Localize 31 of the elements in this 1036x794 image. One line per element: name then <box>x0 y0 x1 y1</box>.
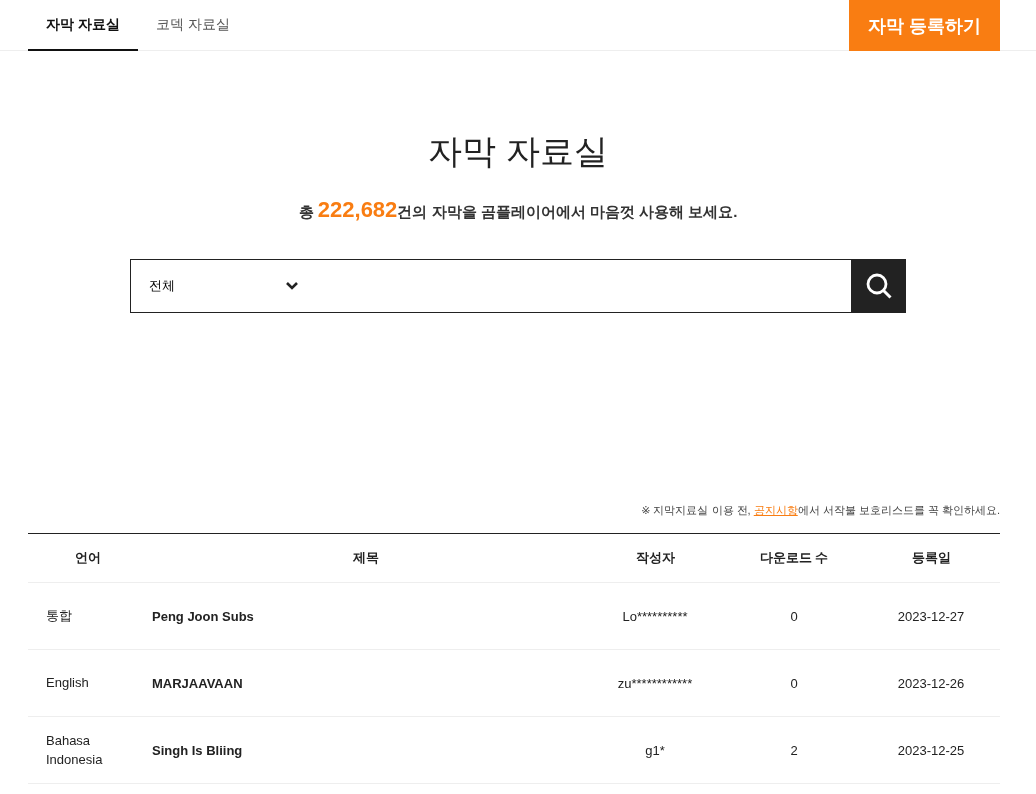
subtitle-count-text: 총 222,682건의 자막을 곰플레이어에서 마음껏 사용해 보세요. <box>297 197 739 223</box>
table-cell-text: Bahasa Indonesia <box>46 731 104 769</box>
column-header: 제목 <box>148 533 584 583</box>
column-header: 작성자 <box>584 533 726 583</box>
notice-text: ※ 지막지료실 이용 전, 공지시항에서 서작불 보호리스드를 꼭 확인하세요. <box>640 503 1000 518</box>
column-header: 언어 <box>28 533 148 583</box>
table-cell: zu************ <box>617 675 693 691</box>
table-cell-text: English <box>46 674 90 693</box>
table-cell: 2023-12-27 <box>897 608 965 624</box>
table-cell: 0 <box>790 608 798 624</box>
column-header: 등록일 <box>862 533 1000 583</box>
column-header: 다운로드 수 <box>726 533 862 583</box>
table-cell: 2023-12-25 <box>897 742 965 758</box>
table-cell-text: 통합 <box>46 607 73 626</box>
table-cell: Lo********** <box>622 608 688 624</box>
page-title: 자막 자료실 <box>427 131 609 172</box>
search-field[interactable]: 전체 <box>130 259 851 313</box>
table-cell: g1* <box>645 742 665 758</box>
table-cell: 0 <box>790 675 798 691</box>
category-label: 전체 <box>149 277 175 295</box>
category-dropdown[interactable]: 전체 <box>149 277 299 295</box>
chevron-down-icon <box>285 281 299 291</box>
tab[interactable]: 자막 자료실 <box>28 0 138 51</box>
search-button[interactable] <box>851 259 906 313</box>
table-cell: 2023-12-26 <box>897 675 965 691</box>
tab[interactable]: 코덱 자료실 <box>137 0 248 51</box>
subtitle-title-link[interactable]: Singh Is Bliing <box>152 742 243 758</box>
subtitle-title-link[interactable]: Peng Joon Subs <box>152 608 254 624</box>
subtitle-title-link[interactable]: MARJAAVAAN <box>152 675 243 691</box>
search-icon <box>864 272 893 300</box>
table-cell: 2 <box>790 742 798 758</box>
